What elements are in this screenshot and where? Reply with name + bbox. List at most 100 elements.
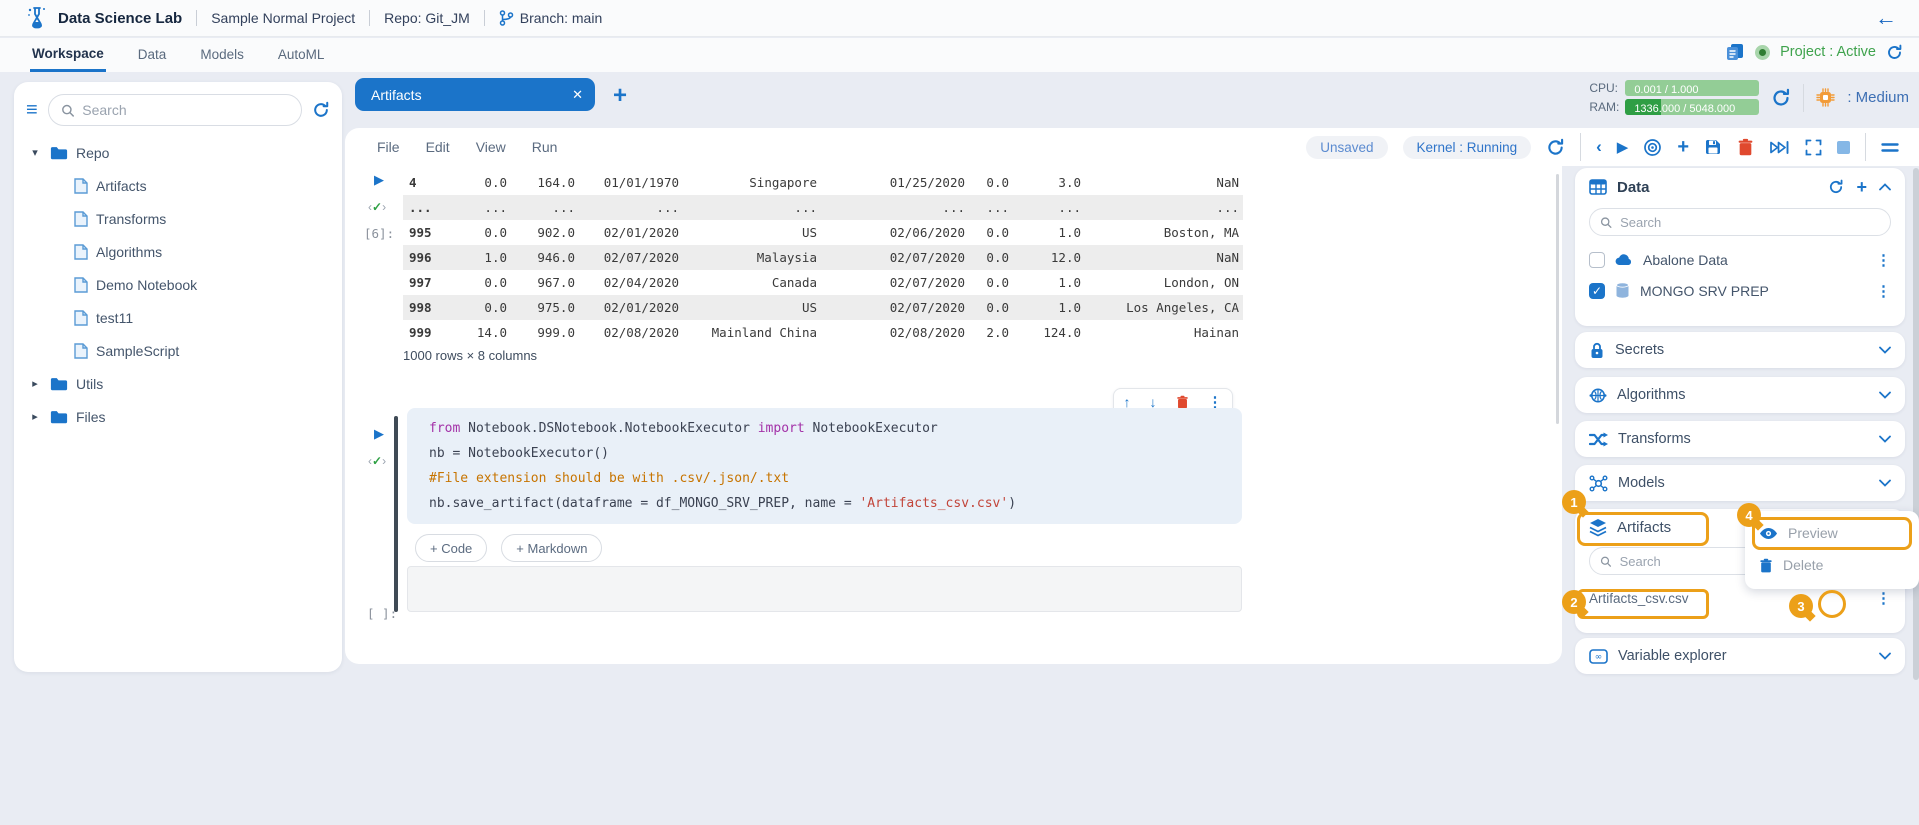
tree-item-test11[interactable]: test11 <box>14 301 342 334</box>
delete-cell-icon[interactable] <box>1737 138 1754 156</box>
add-markdown-button[interactable]: + Markdown <box>501 534 603 562</box>
kernel-refresh-icon[interactable] <box>1546 138 1565 157</box>
fullscreen-icon[interactable] <box>1805 139 1822 156</box>
data-collapse-icon[interactable] <box>1879 183 1891 191</box>
add-cell-row: + Code + Markdown <box>415 534 603 562</box>
logs-icon[interactable] <box>1725 42 1745 62</box>
run-all-target-icon[interactable] <box>1643 138 1662 157</box>
code-cell[interactable]: from Notebook.DSNotebook.NotebookExecuto… <box>407 408 1242 524</box>
data-refresh-icon[interactable] <box>1828 179 1844 195</box>
data-item-menu-icon[interactable]: ⋮ <box>1876 251 1891 269</box>
add-data-icon[interactable]: + <box>1856 178 1867 196</box>
instance-size-label[interactable]: : Medium <box>1847 89 1909 106</box>
sidebar-search-input[interactable] <box>82 102 289 118</box>
nav-tab-workspace[interactable]: Workspace <box>30 39 106 72</box>
nav-tab-models[interactable]: Models <box>198 40 246 70</box>
tree-item-samplescript[interactable]: SampleScript <box>14 334 342 367</box>
table-index-cell: ... <box>409 200 432 215</box>
menu-view[interactable]: View <box>476 139 506 155</box>
section-expand-icon[interactable] <box>1879 435 1891 443</box>
add-code-button[interactable]: + Code <box>415 534 488 562</box>
run-all-below-icon[interactable] <box>1769 139 1790 156</box>
tree-item-files[interactable]: ▸ Files <box>14 400 342 433</box>
nav-tab-data[interactable]: Data <box>136 40 169 70</box>
nav-tab-automl[interactable]: AutoML <box>276 40 327 70</box>
context-menu-delete[interactable]: Delete <box>1745 549 1919 581</box>
table-cell: ... <box>986 200 1009 215</box>
variable-explorer-icon: ∞ <box>1589 648 1608 664</box>
data-item-menu-icon[interactable]: ⋮ <box>1876 282 1891 300</box>
delete-cell-action-icon[interactable] <box>1176 395 1189 409</box>
data-item-checkbox[interactable]: ✓ <box>1589 282 1605 299</box>
cloud-icon <box>1615 254 1632 266</box>
add-cell-icon[interactable]: + <box>1677 137 1689 157</box>
stop-kernel-icon[interactable] <box>1837 140 1850 154</box>
resources-refresh-icon[interactable] <box>1771 88 1791 108</box>
save-icon[interactable] <box>1704 138 1722 156</box>
empty-cell-input[interactable] <box>407 566 1242 612</box>
data-section-title: Data <box>1617 178 1650 196</box>
run-output-cell-icon[interactable]: ▶ <box>374 172 384 188</box>
data-item-label[interactable]: MONGO SRV PREP <box>1640 283 1866 299</box>
tree-caret-icon[interactable]: ▸ <box>28 410 42 423</box>
right-panel-scrollbar[interactable] <box>1913 168 1919 680</box>
section-card-transforms[interactable]: Transforms <box>1575 421 1905 457</box>
notebook-scrollbar[interactable] <box>1556 174 1559 424</box>
data-search[interactable] <box>1589 208 1891 236</box>
tree-item-label: Repo <box>76 144 110 161</box>
new-tab-button[interactable]: + <box>613 82 627 110</box>
data-item-label[interactable]: Abalone Data <box>1643 252 1866 268</box>
run-cell-icon[interactable]: ▶ <box>1617 138 1629 156</box>
menu-edit[interactable]: Edit <box>426 139 450 155</box>
sidebar-search[interactable] <box>47 94 302 126</box>
variable-explorer-card[interactable]: ∞ Variable explorer <box>1575 638 1905 674</box>
run-code-cell-icon[interactable]: ▶ <box>374 426 384 442</box>
back-arrow-icon[interactable]: ← <box>1875 7 1897 29</box>
tree-item-transforms[interactable]: Transforms <box>14 202 342 235</box>
context-menu-preview[interactable]: Preview <box>1745 517 1919 549</box>
tree-caret-icon[interactable]: ▾ <box>28 146 42 159</box>
tree-item-algorithms[interactable]: Algorithms <box>14 235 342 268</box>
tree-item-repo[interactable]: ▾ Repo <box>14 136 342 169</box>
file-icon <box>74 243 88 260</box>
tab-artifacts[interactable]: Artifacts ✕ <box>355 78 595 111</box>
section-expand-icon[interactable] <box>1879 391 1891 399</box>
artifacts-section-title[interactable]: Artifacts <box>1617 519 1671 536</box>
collapse-left-icon[interactable]: ‹ <box>1596 137 1602 157</box>
artifact-file-name[interactable]: Artifacts_csv.csv <box>1589 591 1866 606</box>
artifact-file-menu-icon[interactable]: ⋮ <box>1876 589 1891 607</box>
sidebar-refresh-icon[interactable] <box>312 101 330 119</box>
tree-caret-icon[interactable]: ▸ <box>28 377 42 390</box>
data-item-checkbox[interactable] <box>1589 251 1605 268</box>
toolbar-menu-icon[interactable] <box>1881 141 1899 154</box>
git-branch-icon <box>499 10 513 26</box>
tree-item-label: Artifacts <box>96 177 147 194</box>
table-cell: 02/08/2020 <box>603 325 679 340</box>
resource-meters: CPU: 0.001 / 1.000 RAM: 1336.000 / 5048.… <box>1589 80 1909 115</box>
sidebar-menu-icon[interactable]: ≡ <box>26 100 38 120</box>
section-expand-icon[interactable] <box>1879 346 1891 354</box>
menu-file[interactable]: File <box>377 139 400 155</box>
divider <box>1803 83 1805 112</box>
section-card-secrets[interactable]: Secrets <box>1575 332 1905 368</box>
section-card-models[interactable]: Models <box>1575 465 1905 501</box>
table-cell: Los Angeles, CA <box>1126 300 1239 315</box>
section-card-algorithms[interactable]: Algorithms <box>1575 377 1905 413</box>
variable-explorer-expand-icon[interactable] <box>1879 652 1891 660</box>
refresh-project-icon[interactable] <box>1886 44 1903 61</box>
menu-run[interactable]: Run <box>532 139 558 155</box>
table-row: ........................... <box>403 195 1243 220</box>
section-expand-icon[interactable] <box>1879 479 1891 487</box>
data-search-input[interactable] <box>1620 214 1880 230</box>
table-index-cell: 4 <box>409 175 417 190</box>
tab-close-icon[interactable]: ✕ <box>572 87 583 103</box>
table-cell: 2.0 <box>986 325 1009 340</box>
notebook-pane: ▶ ‹✓› [6]: 4 0.0 164.0 01/01/1970 Singapore 0… <box>345 166 1562 664</box>
tree-item-demo-notebook[interactable]: Demo Notebook <box>14 268 342 301</box>
file-tree: ▾ Repo Artifacts Transforms Algorithms Demo N… <box>14 136 342 433</box>
data-item-list: Abalone Data ⋮ ✓ MONGO SRV PREP ⋮ <box>1575 244 1905 306</box>
table-cell: Singapore <box>749 175 817 190</box>
tree-item-artifacts[interactable]: Artifacts <box>14 169 342 202</box>
tree-item-utils[interactable]: ▸ Utils <box>14 367 342 400</box>
cell-success-icon: ‹✓› <box>368 200 387 214</box>
